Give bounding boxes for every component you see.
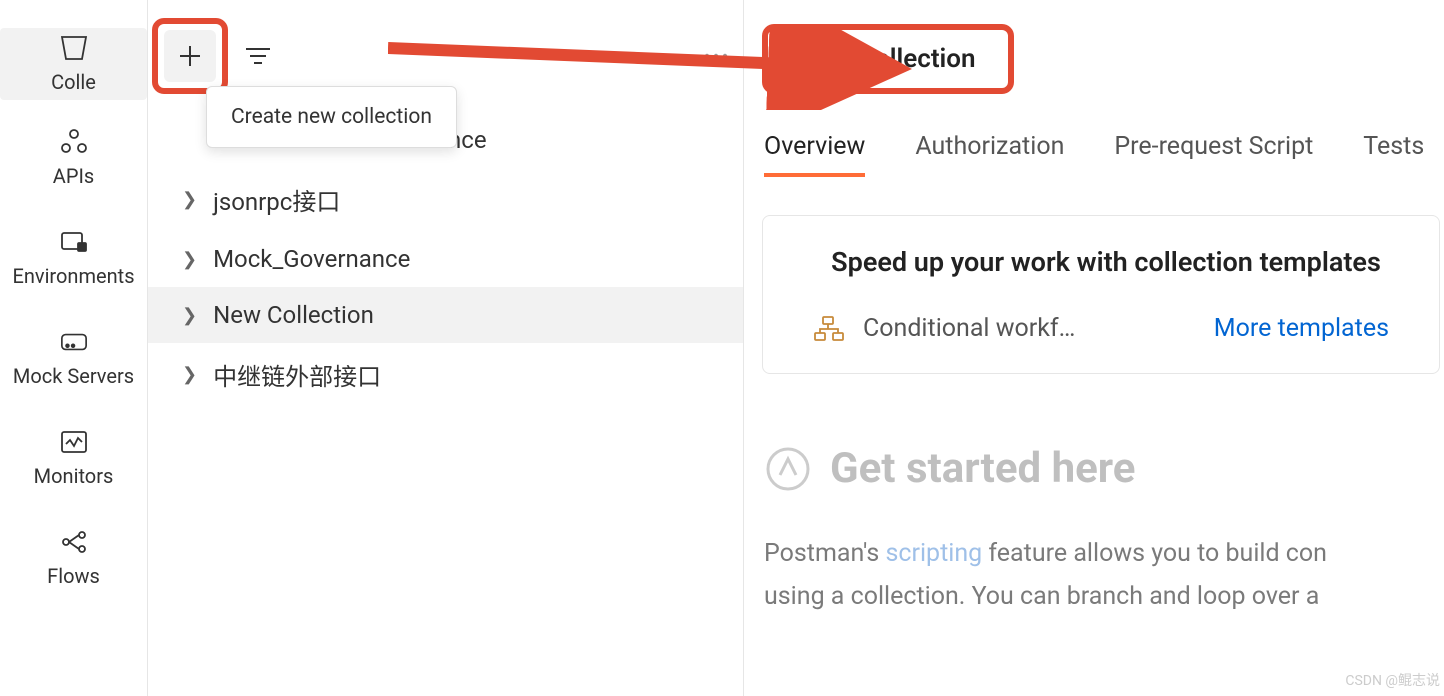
nav-rail: Colle APIs Environments Mock Servers Mon…: [0, 0, 148, 696]
nav-label: Environments: [12, 264, 134, 288]
chevron-right-icon: ❯: [182, 305, 197, 326]
nav-label: Flows: [47, 564, 100, 588]
chevron-right-icon: ❯: [182, 189, 197, 210]
nav-apis[interactable]: APIs: [0, 128, 147, 188]
postman-logo-icon: [764, 445, 812, 493]
tree-item[interactable]: ❯ jsonrpc接口: [148, 168, 743, 231]
tree-item[interactable]: ❯ Mock_Governance: [148, 231, 743, 287]
add-button-highlight: [152, 18, 228, 94]
watermark: CSDN @鲲志说: [1345, 670, 1440, 690]
template-item[interactable]: Conditional workf…: [813, 314, 1075, 343]
nav-label: Colle: [51, 70, 96, 94]
tab-pre-request[interactable]: Pre-request Script: [1114, 132, 1313, 177]
tree-label: Mock_Governance: [213, 245, 410, 273]
nav-flows[interactable]: Flows: [0, 528, 147, 588]
create-collection-button[interactable]: [164, 30, 216, 82]
scripting-link[interactable]: scripting: [886, 539, 983, 568]
nav-label: APIs: [53, 164, 94, 188]
get-started-heading: Get started here: [762, 444, 1444, 493]
tab-authorization[interactable]: Authorization: [915, 132, 1064, 177]
workflow-icon: [813, 315, 845, 343]
tab-overview[interactable]: Overview: [764, 132, 865, 177]
filter-button[interactable]: [238, 36, 278, 76]
nav-monitors[interactable]: Monitors: [0, 428, 147, 488]
templates-card: Speed up your work with collection templ…: [762, 215, 1440, 374]
collections-icon: [60, 34, 88, 62]
nav-label: Monitors: [34, 464, 114, 488]
nav-collections[interactable]: Colle: [0, 28, 147, 100]
get-started-title: Get started here: [830, 444, 1135, 493]
chevron-right-icon: ❯: [182, 249, 197, 270]
description-text: Postman's scripting feature allows you t…: [762, 533, 1444, 618]
create-collection-tooltip: Create new collection: [206, 86, 457, 148]
tree-label: New Collection: [213, 301, 374, 329]
environments-icon: [60, 228, 88, 256]
tab-tests[interactable]: Tests: [1363, 132, 1424, 177]
tree-label: 中继链外部接口: [213, 357, 381, 392]
tree-item[interactable]: ❯ New Collection: [148, 287, 743, 343]
nav-environments[interactable]: Environments: [0, 228, 147, 288]
templates-title: Speed up your work with collection templ…: [813, 246, 1399, 278]
nav-mock-servers[interactable]: Mock Servers: [0, 328, 147, 388]
nav-label: Mock Servers: [13, 364, 134, 388]
flows-icon: [60, 528, 88, 556]
mock-servers-icon: [60, 328, 88, 356]
annotation-arrow: [388, 30, 938, 110]
collection-tree: nce ❯ jsonrpc接口 ❯ Mock_Governance ❯ New …: [148, 112, 743, 406]
template-item-label: Conditional workf…: [863, 314, 1075, 343]
tree-item[interactable]: ❯ 中继链外部接口: [148, 343, 743, 406]
tree-label: jsonrpc接口: [213, 182, 340, 217]
tabs: Overview Authorization Pre-request Scrip…: [762, 132, 1444, 177]
sidebar: Create new collection nce ❯ jsonrpc接口 ❯ …: [148, 0, 744, 696]
apis-icon: [60, 128, 88, 156]
more-templates-link[interactable]: More templates: [1214, 314, 1389, 343]
chevron-right-icon: ❯: [182, 364, 197, 385]
monitors-icon: [60, 428, 88, 456]
